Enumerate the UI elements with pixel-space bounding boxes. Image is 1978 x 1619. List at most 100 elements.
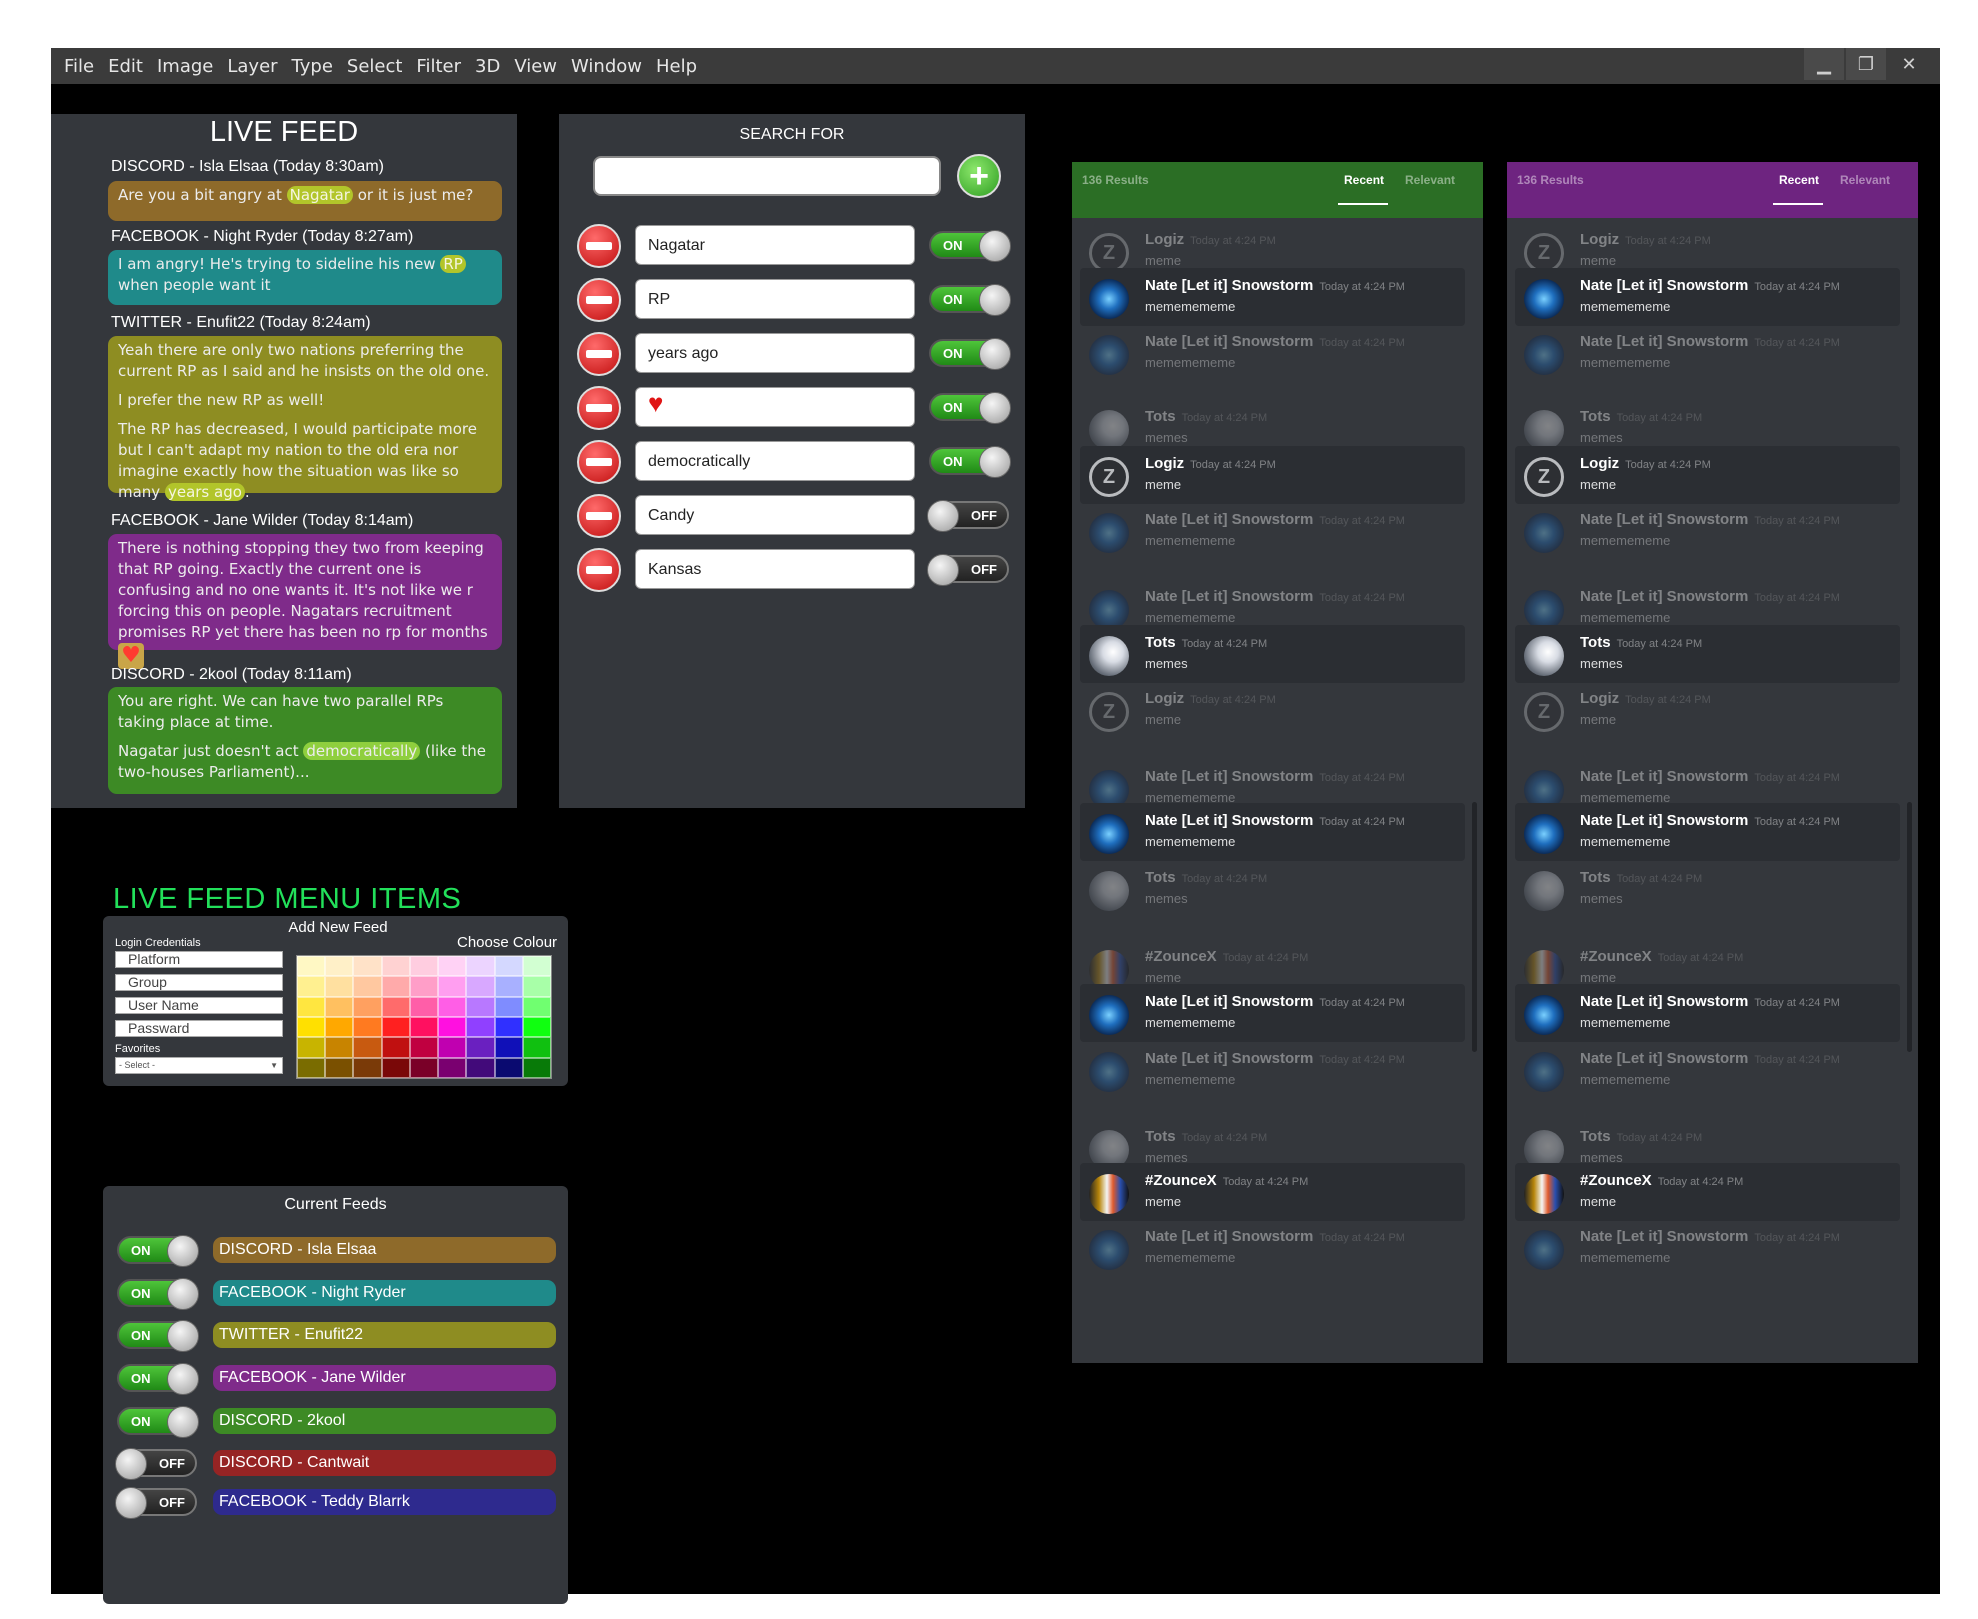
colour-swatch[interactable] <box>325 1037 354 1058</box>
colour-swatch[interactable] <box>353 1037 382 1058</box>
colour-swatch[interactable] <box>466 996 495 1017</box>
colour-swatch[interactable] <box>438 1057 467 1078</box>
colour-swatch[interactable] <box>353 996 382 1017</box>
remove-keyword-button[interactable] <box>577 548 621 592</box>
colour-swatch[interactable] <box>522 1017 551 1038</box>
current-feed-item[interactable]: FACEBOOK - Night Ryder <box>213 1280 556 1306</box>
colour-swatch[interactable] <box>409 1037 439 1058</box>
colour-swatch[interactable] <box>466 1017 495 1038</box>
colour-swatch[interactable] <box>409 956 439 977</box>
current-feed-item[interactable]: TWITTER - Enufit22 <box>213 1322 556 1348</box>
colour-swatch[interactable] <box>438 976 467 997</box>
menu-edit[interactable]: Edit <box>101 56 150 77</box>
colour-swatch[interactable] <box>381 996 410 1017</box>
colour-swatch[interactable] <box>438 1037 467 1058</box>
search-input[interactable] <box>593 156 941 196</box>
colour-swatch[interactable] <box>409 976 439 997</box>
colour-swatch[interactable] <box>409 1057 439 1078</box>
colour-swatch[interactable] <box>297 976 326 997</box>
colour-swatch[interactable] <box>353 976 382 997</box>
tab-relevant[interactable]: Relevant <box>1840 173 1890 187</box>
search-result-message[interactable]: Tots Today at 4:24 PM memes <box>1080 625 1465 683</box>
search-result-message[interactable]: Nate [Let it] Snowstorm Today at 4:24 PM m… <box>1080 984 1465 1042</box>
colour-swatch[interactable] <box>325 996 354 1017</box>
close-button[interactable]: ✕ <box>1888 48 1930 80</box>
search-result-message[interactable]: Z Logiz Today at 4:24 PM meme <box>1080 446 1465 504</box>
colour-swatch[interactable] <box>466 1057 495 1078</box>
favorites-select[interactable]: - Select - ▼ <box>115 1057 283 1074</box>
colour-swatch[interactable] <box>325 1057 354 1078</box>
colour-swatch[interactable] <box>297 1037 326 1058</box>
keyword-input[interactable]: years ago <box>635 333 915 373</box>
search-result-message[interactable]: Tots Today at 4:24 PM memes <box>1515 625 1900 683</box>
on-off-toggle[interactable]: ON <box>117 1406 199 1438</box>
colour-swatch[interactable] <box>381 1017 410 1038</box>
keyword-input[interactable]: Kansas <box>635 549 915 589</box>
colour-swatch[interactable] <box>381 1037 410 1058</box>
on-off-toggle[interactable]: ON <box>117 1278 199 1310</box>
keyword-input[interactable]: Candy <box>635 495 915 535</box>
search-result-message[interactable]: Nate [Let it] Snowstorm Today at 4:24 PM m… <box>1515 268 1900 326</box>
colour-swatch[interactable] <box>353 956 382 977</box>
on-off-toggle[interactable]: OFF <box>927 500 1009 532</box>
on-off-toggle[interactable]: ON <box>117 1320 199 1352</box>
search-result-message[interactable]: Nate [Let it] Snowstorm Today at 4:24 PM m… <box>1080 502 1465 560</box>
current-feed-item[interactable]: DISCORD - Cantwait <box>213 1450 556 1476</box>
search-result-message[interactable]: Tots Today at 4:24 PM memes <box>1515 860 1900 918</box>
remove-keyword-button[interactable] <box>577 224 621 268</box>
platform-field[interactable]: Platform <box>115 951 283 968</box>
on-off-toggle[interactable]: ON <box>929 338 1011 370</box>
search-result-message[interactable]: #ZounceX Today at 4:24 PM meme <box>1080 1163 1465 1221</box>
on-off-toggle[interactable]: OFF <box>115 1487 197 1519</box>
menu-image[interactable]: Image <box>150 56 220 77</box>
search-result-message[interactable]: #ZounceX Today at 4:24 PM meme <box>1515 1163 1900 1221</box>
colour-swatch[interactable] <box>325 1017 354 1038</box>
current-feed-item[interactable]: FACEBOOK - Jane Wilder <box>213 1365 556 1391</box>
colour-swatch[interactable] <box>522 1037 551 1058</box>
colour-swatch[interactable] <box>494 996 523 1017</box>
scrollbar[interactable] <box>1907 802 1912 1052</box>
colour-swatch[interactable] <box>494 1057 523 1078</box>
restore-button[interactable]: ❐ <box>1846 48 1886 80</box>
menu-window[interactable]: Window <box>564 56 649 77</box>
on-off-toggle[interactable]: ON <box>929 392 1011 424</box>
colour-swatch[interactable] <box>494 976 523 997</box>
colour-swatch[interactable] <box>409 996 439 1017</box>
menu-view[interactable]: View <box>507 56 564 77</box>
menu-filter[interactable]: Filter <box>409 56 468 77</box>
menu-file[interactable]: File <box>57 56 101 77</box>
remove-keyword-button[interactable] <box>577 494 621 538</box>
menu-type[interactable]: Type <box>285 56 340 77</box>
colour-swatch[interactable] <box>297 1057 326 1078</box>
colour-swatch[interactable] <box>353 1057 382 1078</box>
keyword-input[interactable]: democratically <box>635 441 915 481</box>
user-name-field[interactable]: User Name <box>115 997 283 1014</box>
tab-relevant[interactable]: Relevant <box>1405 173 1455 187</box>
current-feed-item[interactable]: DISCORD - Isla Elsaa <box>213 1237 556 1263</box>
on-off-toggle[interactable]: ON <box>117 1363 199 1395</box>
keyword-input[interactable]: Nagatar <box>635 225 915 265</box>
colour-swatch[interactable] <box>297 996 326 1017</box>
minimize-button[interactable]: ▁ <box>1804 48 1844 80</box>
colour-swatch[interactable] <box>325 956 354 977</box>
colour-swatch[interactable] <box>438 996 467 1017</box>
search-result-message[interactable]: Z Logiz Today at 4:24 PM meme <box>1515 446 1900 504</box>
keyword-input[interactable]: RP <box>635 279 915 319</box>
on-off-toggle[interactable]: ON <box>929 446 1011 478</box>
search-result-message[interactable]: Nate [Let it] Snowstorm Today at 4:24 PM m… <box>1080 1219 1465 1277</box>
colour-swatch[interactable] <box>381 976 410 997</box>
password-field[interactable]: Passward <box>115 1020 283 1037</box>
on-off-toggle[interactable]: ON <box>929 284 1011 316</box>
tab-recent[interactable]: Recent <box>1779 173 1819 187</box>
search-result-message[interactable]: Nate [Let it] Snowstorm Today at 4:24 PM m… <box>1515 1041 1900 1099</box>
search-result-message[interactable]: Nate [Let it] Snowstorm Today at 4:24 PM m… <box>1515 1219 1900 1277</box>
remove-keyword-button[interactable] <box>577 278 621 322</box>
colour-swatch[interactable] <box>522 996 551 1017</box>
colour-swatch[interactable] <box>494 1017 523 1038</box>
colour-swatch[interactable] <box>466 1037 495 1058</box>
colour-swatch[interactable] <box>353 1017 382 1038</box>
search-result-message[interactable]: Nate [Let it] Snowstorm Today at 4:24 PM m… <box>1080 268 1465 326</box>
remove-keyword-button[interactable] <box>577 440 621 484</box>
colour-swatch[interactable] <box>438 956 467 977</box>
colour-swatch[interactable] <box>466 976 495 997</box>
